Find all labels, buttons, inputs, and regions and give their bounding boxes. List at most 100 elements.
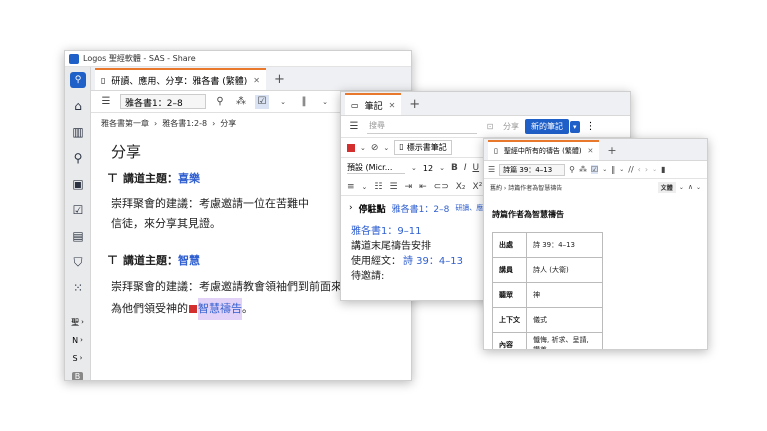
superscript-icon[interactable]: X² xyxy=(473,182,483,192)
table-row: 聽眾神 xyxy=(492,282,603,308)
chevron-down-icon[interactable]: ⌄ xyxy=(360,144,366,152)
chevron-right-icon[interactable]: › xyxy=(645,165,648,174)
format-button[interactable]: 文體 xyxy=(657,181,676,193)
tab-prayers[interactable]: ▯ 聖經中所有的禱告 (繁體) ✕ xyxy=(488,140,600,160)
chevron-down-icon[interactable]: ⌄ xyxy=(439,164,445,172)
check-icon[interactable]: ☑ xyxy=(255,94,269,109)
highlighted-link[interactable]: 智慧禱告 xyxy=(198,298,242,320)
sidebar-label-row[interactable]: B xyxy=(65,367,90,380)
share-button[interactable]: 分享 xyxy=(503,121,519,132)
apps-icon[interactable]: ⁙ xyxy=(65,275,91,301)
notebook-selector[interactable]: ▯ 標示書筆記 xyxy=(394,140,452,155)
parallel-icon[interactable]: // xyxy=(628,165,633,174)
home-icon[interactable]: ⌂ xyxy=(65,93,91,119)
search-icon[interactable]: ⚲ xyxy=(65,145,91,171)
menu-icon[interactable]: ☰ xyxy=(347,120,361,134)
sidebar-label-row[interactable]: S › xyxy=(65,349,90,367)
font-select[interactable]: 預設 (Micr... xyxy=(347,162,405,174)
italic-icon[interactable]: I xyxy=(464,163,467,173)
close-icon[interactable]: ✕ xyxy=(253,76,260,85)
indent-icon[interactable]: ⇥ xyxy=(405,182,413,192)
menu-icon[interactable]: ☰ xyxy=(488,165,495,174)
add-tab-icon[interactable]: + xyxy=(274,72,285,90)
chevron-down-icon[interactable]: ⌄ xyxy=(696,184,701,191)
circle-slash-icon[interactable]: ⊘ xyxy=(371,143,379,153)
table-row: 講員 詩人 (大衛) xyxy=(492,257,603,283)
underline-icon[interactable]: U xyxy=(472,163,479,173)
chevron-up-icon[interactable]: ∧ xyxy=(688,183,693,191)
chevron-down-icon[interactable]: ⌄ xyxy=(362,183,368,191)
panels-icon[interactable]: ‖ xyxy=(297,95,311,109)
note-color-icon[interactable] xyxy=(347,143,355,152)
chevron-down-icon[interactable]: ⌄ xyxy=(411,164,417,172)
more-icon[interactable]: ⋮ xyxy=(586,121,596,132)
font-size-select[interactable]: 12 xyxy=(423,164,433,173)
table-row: 出處詩 39：4–13 xyxy=(492,232,603,258)
property-value[interactable]: 詩人 (大衛) xyxy=(526,257,603,283)
shield-icon[interactable]: ⛉ xyxy=(65,249,91,275)
reference-box[interactable]: 雅各書1：2–8 xyxy=(120,94,206,109)
property-key: 講員 xyxy=(492,257,527,283)
notes-search-input[interactable]: 搜尋 xyxy=(367,120,477,134)
prayer-window: ▯ 聖經中所有的禱告 (繁體) ✕ + ☰ 詩篇 39：4–13 ⚲ ⁂ ☑ ⌄… xyxy=(483,138,708,350)
document-icon[interactable]: ▤ xyxy=(65,223,91,249)
property-value[interactable]: 神 xyxy=(526,282,603,308)
notes-tab-bar: ▭ 筆記 ✕ + xyxy=(341,92,630,116)
note-marker-icon[interactable] xyxy=(189,305,197,313)
property-key: 聽眾 xyxy=(492,282,527,308)
podium-icon: ⊤ xyxy=(107,171,118,185)
chevron-down-icon[interactable]: ⌄ xyxy=(679,184,684,191)
chevron-left-icon[interactable]: ‹ xyxy=(638,165,641,174)
bullet-list-icon[interactable]: ☷ xyxy=(374,182,382,192)
breadcrumb-item[interactable]: 分享 xyxy=(220,118,236,129)
logos-search-icon[interactable]: ⚲ xyxy=(65,67,91,93)
sidebar-label-row[interactable]: N › xyxy=(65,331,90,349)
breadcrumb[interactable]: 舊約 › 詩篇作者為智慧禱告 xyxy=(490,183,562,192)
property-value[interactable]: 詩 39：4–13 xyxy=(526,232,603,258)
tab-notes[interactable]: ▭ 筆記 ✕ xyxy=(345,93,402,115)
search-icon[interactable]: ⚲ xyxy=(569,165,575,174)
network-icon[interactable]: ⁂ xyxy=(579,165,587,174)
chevron-down-icon[interactable]: ⌄ xyxy=(383,144,389,152)
link-icon[interactable]: ⊂⊃ xyxy=(434,182,449,192)
add-tab-icon[interactable]: + xyxy=(409,97,420,115)
search-icon[interactable]: ⚲ xyxy=(213,95,227,109)
panel-icon[interactable]: ▮ xyxy=(661,165,665,174)
property-key: 上下文 xyxy=(492,307,527,333)
network-icon[interactable]: ⁂ xyxy=(234,95,248,109)
outdent-icon[interactable]: ⇤ xyxy=(419,182,427,192)
chevron-down-icon[interactable]: ▾ xyxy=(570,120,580,133)
chevron-down-icon[interactable]: ⌄ xyxy=(318,95,332,109)
chevron-down-icon[interactable]: ⌄ xyxy=(276,95,290,109)
numbered-list-icon[interactable]: ☰ xyxy=(390,182,398,192)
breadcrumb-item[interactable]: 雅各書第一章 xyxy=(101,118,149,129)
property-key: 內容 xyxy=(492,332,527,349)
lock-icon[interactable]: ⊡ xyxy=(483,120,497,134)
align-icon[interactable]: ≡ xyxy=(347,182,355,192)
chevron-down-icon[interactable]: ⌄ xyxy=(619,166,624,173)
reference-box[interactable]: 詩篇 39：4–13 xyxy=(499,163,566,176)
bold-icon[interactable]: B xyxy=(451,163,458,173)
library-icon[interactable]: ▥ xyxy=(65,119,91,145)
check-icon[interactable]: ☑ xyxy=(591,165,599,174)
close-icon[interactable]: ✕ xyxy=(389,101,396,110)
subscript-icon[interactable]: X₂ xyxy=(456,182,466,192)
add-tab-icon[interactable]: + xyxy=(607,144,616,160)
sidebar-label-row[interactable]: 聖 › xyxy=(65,313,90,331)
property-value[interactable]: 儀式 xyxy=(526,307,603,333)
new-note-button[interactable]: 新的筆記 xyxy=(525,119,569,134)
close-icon[interactable]: ✕ xyxy=(588,147,594,155)
prayer-title: 詩篇作者為智慧禱告 xyxy=(492,210,564,219)
chevron-down-icon[interactable]: ⌄ xyxy=(652,166,657,173)
notes-icon: ▭ xyxy=(351,100,359,110)
main-title-bar: Logos 聖經軟體 - SAS - Share xyxy=(65,51,411,67)
panels-icon[interactable]: ‖ xyxy=(611,165,615,174)
tab-study[interactable]: ▯ 研讀、應用、分享：雅各書 (繁體) ✕ xyxy=(95,68,266,90)
chevron-right-icon[interactable]: › xyxy=(349,203,353,213)
guides-icon[interactable]: ▣ xyxy=(65,171,91,197)
book-icon: ▯ xyxy=(494,147,498,155)
checklist-icon[interactable]: ☑ xyxy=(65,197,91,223)
menu-icon[interactable]: ☰ xyxy=(99,95,113,109)
chevron-down-icon[interactable]: ⌄ xyxy=(602,166,607,173)
breadcrumb-item[interactable]: 雅各書1:2-8 xyxy=(162,118,207,129)
